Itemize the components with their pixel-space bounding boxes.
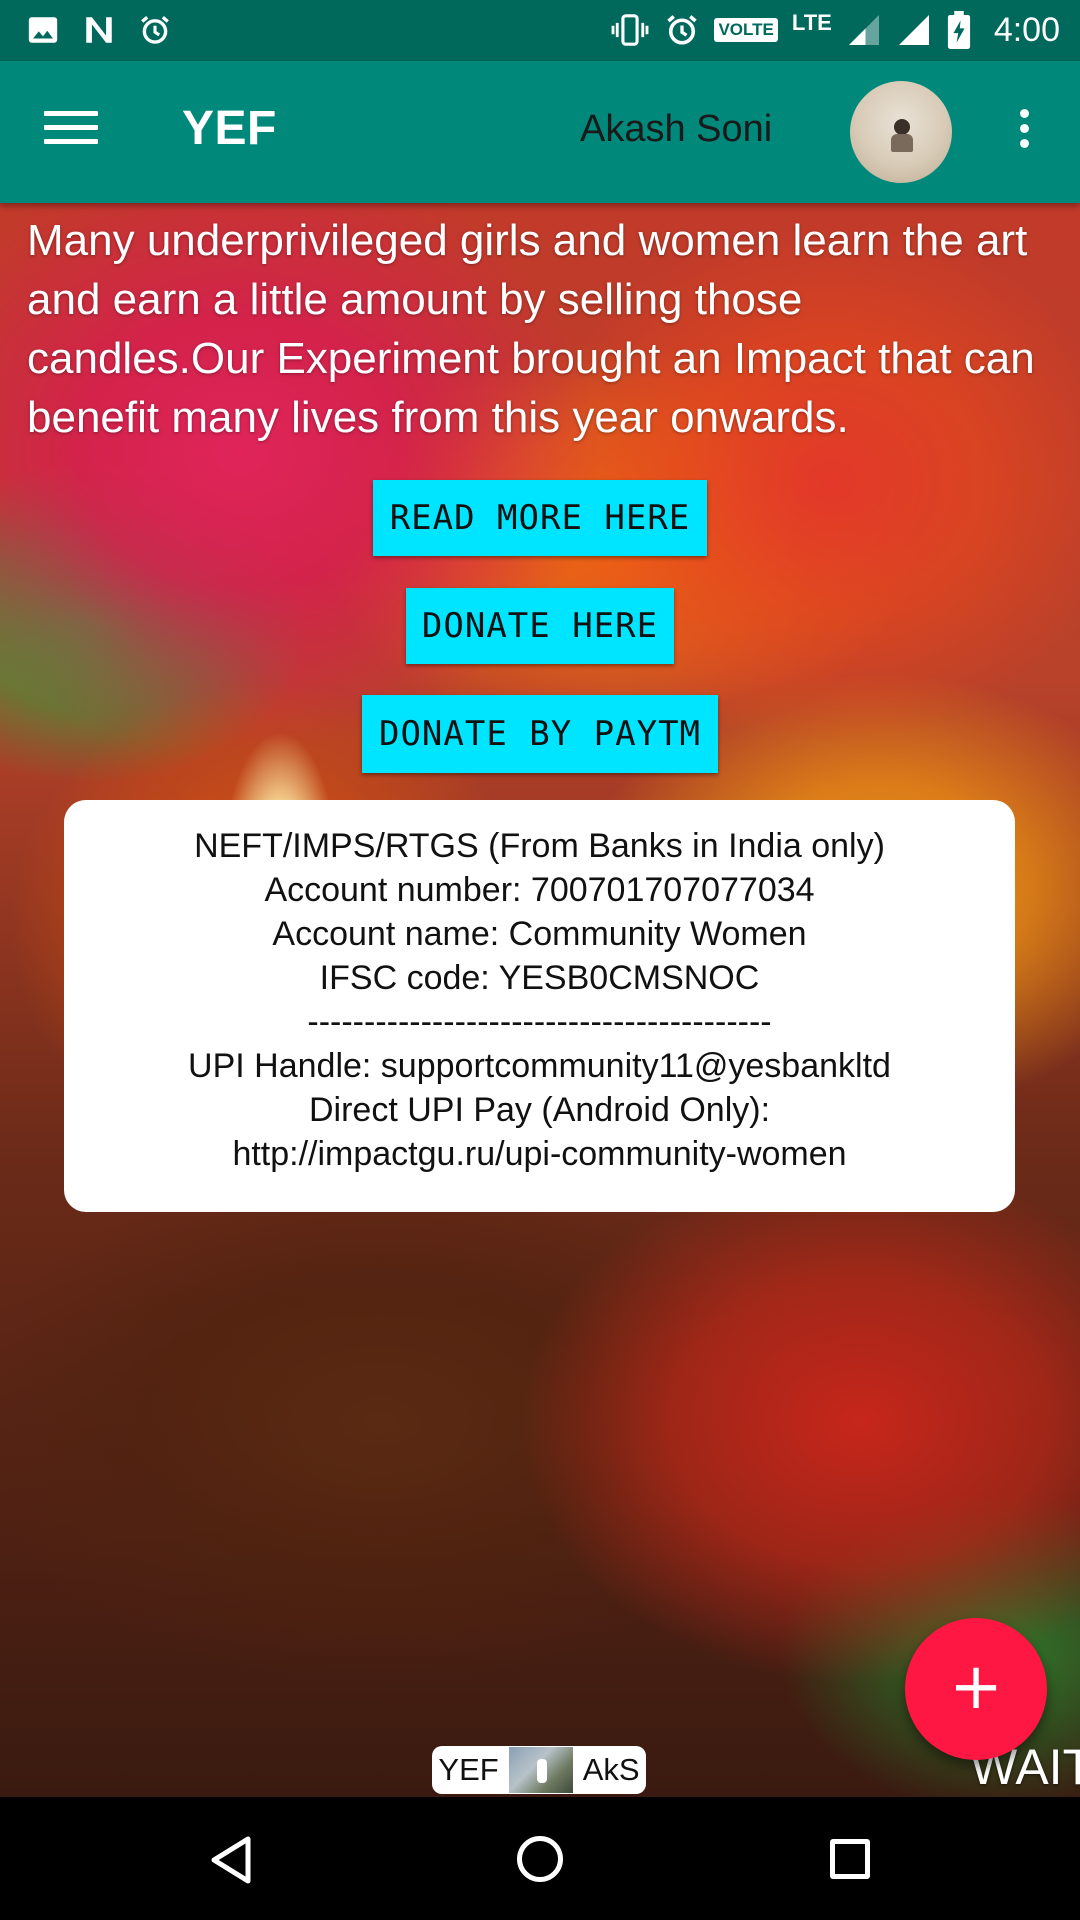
home-icon[interactable] bbox=[517, 1836, 563, 1882]
donate-button[interactable]: DONATE HERE bbox=[406, 588, 674, 664]
account-name: Account name: Community Women bbox=[272, 915, 807, 953]
signal-icon bbox=[898, 15, 929, 45]
footer-badge: YEF AkS bbox=[432, 1746, 646, 1794]
upi-link[interactable]: http://impactgu.ru/upi-community-women bbox=[64, 1132, 1015, 1176]
alarm-icon bbox=[667, 15, 698, 45]
donate-paytm-button[interactable]: DONATE BY PAYTM bbox=[362, 695, 718, 773]
volte-badge: VOLTE bbox=[714, 18, 778, 42]
vibrate-icon bbox=[612, 14, 649, 46]
account-number: Account number: 700701707077034 bbox=[264, 871, 815, 909]
add-fab-button[interactable]: + bbox=[905, 1618, 1047, 1760]
clock: 4:00 bbox=[993, 10, 1060, 49]
n-notification-icon bbox=[86, 17, 112, 43]
hamburger-menu-icon[interactable] bbox=[40, 105, 102, 157]
image-icon bbox=[28, 17, 58, 43]
app-bar: YEF Akash Soni bbox=[0, 61, 1080, 203]
network-type: LTE bbox=[791, 10, 832, 35]
bank-details-card: NEFT/IMPS/RTGS (From Banks in India only… bbox=[64, 800, 1015, 1212]
notification-icons bbox=[26, 10, 172, 50]
bank-transfer-heading: NEFT/IMPS/RTGS (From Banks in India only… bbox=[194, 827, 885, 865]
read-more-button[interactable]: READ MORE HERE bbox=[373, 480, 707, 556]
avatar[interactable] bbox=[850, 81, 952, 183]
story-text: Many underprivileged girls and women lea… bbox=[27, 216, 1035, 442]
back-icon[interactable] bbox=[208, 1835, 254, 1885]
footer-badge-left: YEF bbox=[438, 1752, 499, 1787]
footer-photo bbox=[508, 1747, 573, 1793]
main-content: Many underprivileged girls and women lea… bbox=[0, 203, 1080, 1797]
ifsc-code: IFSC code: YESB0CMSNOC bbox=[319, 959, 760, 997]
footer-badge-right: AkS bbox=[582, 1752, 640, 1787]
user-name[interactable]: Akash Soni bbox=[580, 108, 772, 151]
system-icons: VOLTE LTE 4:00 bbox=[610, 6, 1060, 54]
app-title: YEF bbox=[182, 102, 277, 155]
plus-icon: + bbox=[949, 1650, 1003, 1724]
upi-handle: UPI Handle: supportcommunity11@yesbanklt… bbox=[188, 1047, 891, 1085]
battery-charging-icon bbox=[947, 11, 970, 49]
separator-line: ----------------------------------------… bbox=[307, 1003, 772, 1041]
alarm-icon bbox=[141, 15, 169, 44]
navigation-bar bbox=[0, 1797, 1080, 1920]
signal-icon bbox=[848, 15, 879, 45]
recents-icon[interactable] bbox=[830, 1839, 870, 1879]
more-vert-icon[interactable] bbox=[1010, 109, 1038, 157]
status-bar: VOLTE LTE 4:00 bbox=[0, 0, 1080, 61]
direct-upi-label: Direct UPI Pay (Android Only): bbox=[308, 1091, 771, 1129]
